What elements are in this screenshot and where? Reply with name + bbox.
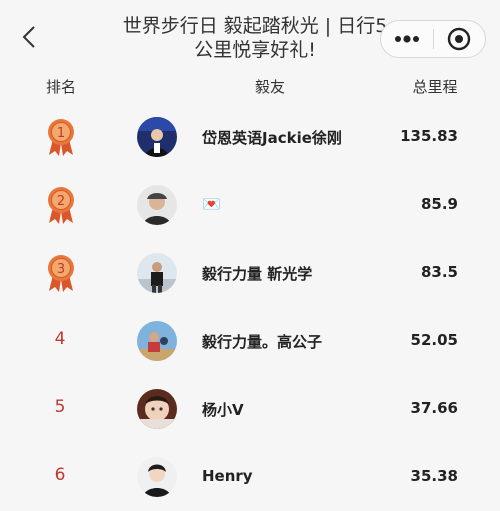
leaderboard-row[interactable]: 5 杨小V 37.66 xyxy=(0,375,500,443)
navigation-bar: 世界步行日 毅起踏秋光 | 日行5公里悦享好礼! xyxy=(0,0,500,70)
back-button[interactable] xyxy=(14,22,44,52)
leaderboard-row[interactable]: 1 岱恩英语Jackie徐刚 135.83 xyxy=(0,103,500,171)
target-close-icon xyxy=(448,27,471,51)
avatar xyxy=(137,185,177,225)
total-distance: 37.66 xyxy=(410,399,458,417)
medal-icon: 3 xyxy=(45,253,77,293)
more-dots-icon xyxy=(394,35,419,43)
user-name: 💌 xyxy=(202,195,221,213)
user-name: 杨小V xyxy=(202,401,244,419)
avatar xyxy=(137,321,177,361)
leaderboard-row[interactable]: 3 毅行力量 靳光学 83.5 xyxy=(0,239,500,307)
total-distance: 83.5 xyxy=(420,263,458,281)
chevron-left-icon xyxy=(22,26,35,48)
rank-number: 6 xyxy=(54,465,66,485)
header-name: 毅友 xyxy=(254,78,285,96)
user-name: 毅行力量 靳光学 xyxy=(202,265,313,283)
header-rank: 排名 xyxy=(46,78,77,96)
total-distance: 135.83 xyxy=(400,127,458,145)
avatar xyxy=(137,389,177,429)
leaderboard-list: 1 岱恩英语Jackie徐刚 135.83 2 💌 85.9 3 毅行力量 靳光… xyxy=(0,103,500,511)
user-name: 毅行力量。高公子 xyxy=(202,333,323,351)
medal-icon: 1 xyxy=(45,117,77,157)
leaderboard-header: 排名 毅友 总里程 xyxy=(0,70,500,104)
avatar xyxy=(137,253,177,293)
more-button[interactable] xyxy=(381,21,433,57)
avatar xyxy=(137,117,177,157)
header-distance: 总里程 xyxy=(412,78,458,96)
leaderboard-row[interactable]: 6 Henry 35.38 xyxy=(0,443,500,511)
leaderboard-row[interactable]: 2 💌 85.9 xyxy=(0,171,500,239)
total-distance: 52.05 xyxy=(410,331,458,349)
svg-text:2: 2 xyxy=(57,194,65,209)
close-button[interactable] xyxy=(433,21,485,57)
svg-text:3: 3 xyxy=(57,262,65,277)
rank-number: 4 xyxy=(54,329,66,349)
svg-text:1: 1 xyxy=(57,126,65,141)
avatar xyxy=(137,457,177,497)
medal-icon: 2 xyxy=(45,185,77,225)
leaderboard-row[interactable]: 4 毅行力量。高公子 52.05 xyxy=(0,307,500,375)
total-distance: 85.9 xyxy=(420,195,458,213)
user-name: Henry xyxy=(202,467,253,485)
page-title: 世界步行日 毅起踏秋光 | 日行5公里悦享好礼! xyxy=(122,15,388,61)
capsule-menu xyxy=(380,20,486,58)
user-name: 岱恩英语Jackie徐刚 xyxy=(202,129,342,147)
total-distance: 35.38 xyxy=(410,467,458,485)
rank-number: 5 xyxy=(54,397,66,417)
